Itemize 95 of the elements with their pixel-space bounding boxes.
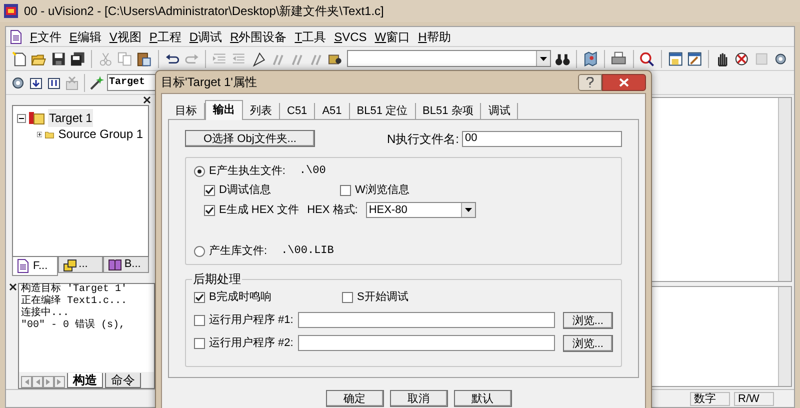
stop-icon[interactable] <box>734 50 750 66</box>
save-icon[interactable] <box>50 50 66 66</box>
menu-item[interactable]: H帮助 <box>418 28 451 46</box>
checkbox[interactable] <box>194 292 205 302</box>
window-icon[interactable] <box>668 50 683 66</box>
file-path: .\00 <box>299 164 326 179</box>
checkbox-label: 运行用户程序 #2: <box>209 336 294 351</box>
panel-tab[interactable]: B... <box>103 257 150 273</box>
output-line: "00" - 0 错误 (s), <box>21 320 126 332</box>
exe-name-label: N执行文件名: <box>387 130 459 148</box>
select-obj-folder-button[interactable]: O选择 Obj文件夹... <box>185 130 315 147</box>
tree-item[interactable]: Target 1 <box>48 109 94 127</box>
checkbox[interactable] <box>204 204 215 216</box>
new-file-icon[interactable] <box>12 50 28 66</box>
checkbox-label: E生成 HEX 文件 <box>219 202 300 218</box>
window-title: 00 - uVision2 - [C:\Users\Administrator\Desktop\新建文件夹\Text1.c] <box>24 3 384 20</box>
menu-item[interactable]: E编辑 <box>69 28 102 46</box>
status-field: 数字 <box>690 392 730 406</box>
status-field: R/W <box>734 392 774 406</box>
checkbox-label: D调试信息 <box>219 182 271 198</box>
app-icon <box>4 4 18 18</box>
panel-tab[interactable]: 命令 <box>105 373 141 388</box>
dialog-tab[interactable]: C51 <box>280 103 316 119</box>
target-folder-icon <box>29 111 45 125</box>
panel-tab[interactable]: 构造 <box>67 373 103 388</box>
menu-item[interactable]: D调试 <box>189 28 222 46</box>
magnifier-icon[interactable] <box>639 50 655 66</box>
clipboard-icon[interactable] <box>136 50 152 66</box>
checkbox-label: B完成时鸣响 <box>209 290 272 305</box>
collapse-icon[interactable] <box>17 114 26 122</box>
help-button[interactable] <box>578 74 602 90</box>
expand-icon[interactable] <box>37 130 42 138</box>
program-path-field[interactable] <box>298 335 555 351</box>
output-line: 连接中... <box>21 308 70 320</box>
pick-window-icon[interactable] <box>686 50 702 66</box>
dialog-button[interactable]: 取消 <box>390 390 448 407</box>
checkbox[interactable] <box>194 338 205 348</box>
document-icon <box>10 30 22 44</box>
dropdown-arrow-icon <box>540 56 547 60</box>
program-path-field[interactable] <box>298 312 555 328</box>
dialog-button[interactable]: 默认 <box>454 390 512 407</box>
document-icon <box>17 259 31 273</box>
menu-item[interactable]: SVCS <box>334 28 367 46</box>
menu-item[interactable]: T工具 <box>294 28 326 46</box>
printer-icon[interactable] <box>611 50 627 66</box>
panel-tab[interactable]: ... <box>58 257 104 273</box>
dialog-tab[interactable]: 调试 <box>481 103 518 119</box>
file-path: .\00.LIB <box>281 244 334 259</box>
dialog-title: 目标'Target 1'属性 <box>161 74 258 91</box>
checkbox[interactable] <box>204 184 215 196</box>
dropdown-arrow-icon <box>464 208 472 212</box>
tree-item[interactable]: Source Group 1 <box>57 125 144 143</box>
book-icon <box>108 258 122 272</box>
group-title: 后期处理 <box>192 272 242 286</box>
create-lib-label: 产生库文件: <box>209 244 268 259</box>
menu-item[interactable]: W窗口 <box>374 28 410 46</box>
checkbox[interactable] <box>340 184 351 196</box>
map-icon[interactable] <box>583 50 598 66</box>
output-line: 构造目标 'Target 1' <box>21 284 128 295</box>
checkbox[interactable] <box>194 314 205 326</box>
radio-button[interactable] <box>194 166 205 176</box>
dialog-tab[interactable]: 输出 <box>205 100 243 120</box>
exe-name-field[interactable]: 00 <box>462 130 622 146</box>
hex-format-dropdown[interactable]: HEX-80 <box>366 202 476 218</box>
output-line: 正在编绎 Text1.c... <box>21 296 128 307</box>
menu-item[interactable]: R外围设备 <box>230 28 287 46</box>
close-button[interactable] <box>602 74 646 90</box>
folder-stack-icon <box>62 258 77 272</box>
hex-format-label: HEX 格式: <box>307 202 358 218</box>
close-icon[interactable] <box>9 283 17 291</box>
checkbox-label: S开始调试 <box>357 290 408 305</box>
close-icon[interactable] <box>143 96 151 104</box>
checkbox[interactable] <box>342 292 353 302</box>
scrollbar[interactable] <box>778 98 791 281</box>
checkbox-label: W浏览信息 <box>355 182 410 198</box>
find-combo-field[interactable] <box>346 50 551 67</box>
browse-button[interactable]: 浏览... <box>562 334 613 352</box>
create-exe-label: E产生执生文件: <box>209 164 286 179</box>
dialog-tab[interactable]: A51 <box>315 103 350 119</box>
dialog-button[interactable]: 确定 <box>326 390 384 407</box>
browse-button[interactable]: 浏览... <box>562 312 613 328</box>
menu-item[interactable]: V视图 <box>109 28 142 46</box>
question-mark-icon <box>586 76 594 88</box>
dialog-tab[interactable]: BL51 定位 <box>350 103 416 119</box>
dialog-tab[interactable]: 列表 <box>243 103 280 119</box>
panel-tab[interactable]: F... <box>12 257 58 276</box>
save-all-icon[interactable] <box>70 50 85 66</box>
menu-item[interactable]: F文件 <box>30 28 62 46</box>
magic-wand-icon[interactable] <box>89 74 105 90</box>
close-icon <box>619 78 629 86</box>
radio-button[interactable] <box>194 246 205 256</box>
scrollbar[interactable] <box>778 287 791 386</box>
checkbox-label: 运行用户程序 #1: <box>209 312 294 328</box>
dialog-tab[interactable]: BL51 杂项 <box>416 103 482 119</box>
menu-item[interactable]: P工程 <box>149 28 182 46</box>
